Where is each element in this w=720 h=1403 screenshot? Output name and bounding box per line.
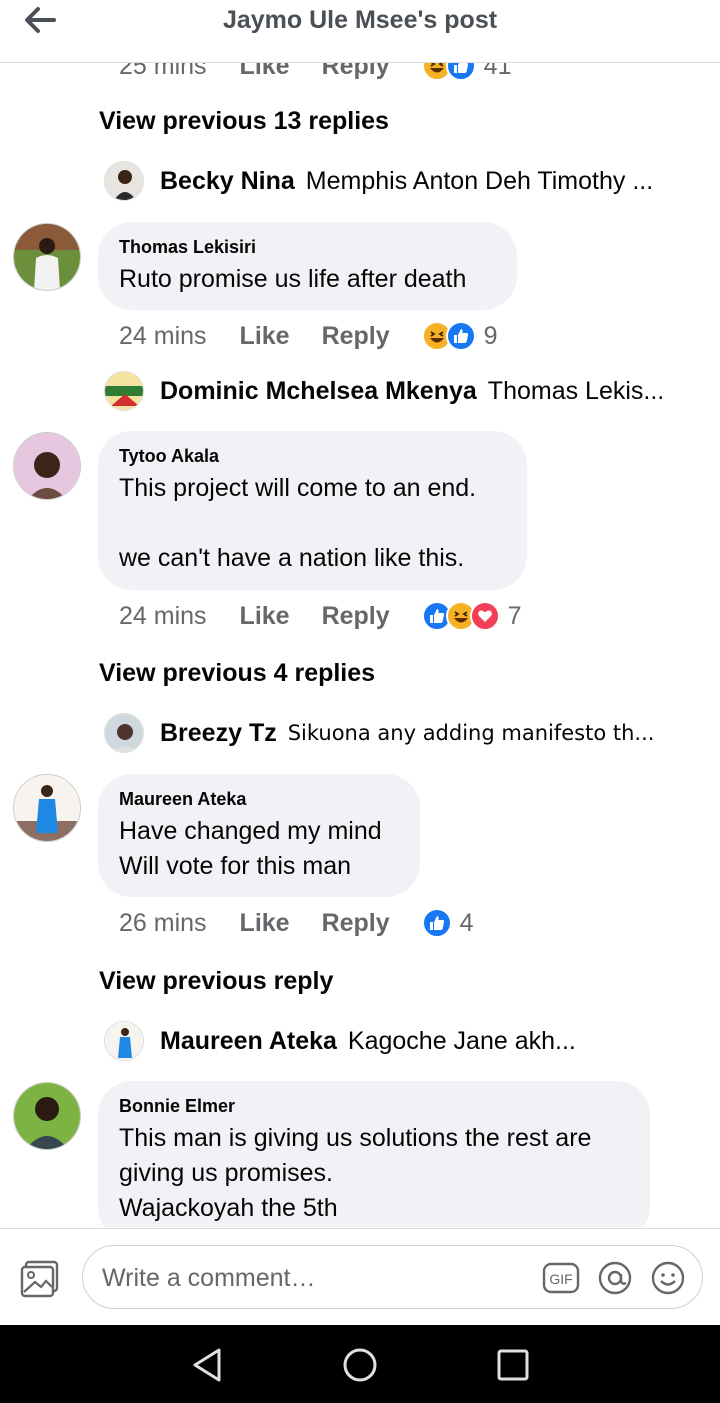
reaction-summary[interactable] bbox=[421, 908, 452, 938]
reply-text: Thomas Lekis... bbox=[487, 376, 665, 405]
avatar bbox=[104, 371, 144, 411]
reaction-count: 4 bbox=[459, 908, 474, 937]
comment-meta: 24 mins Like Reply 7 bbox=[119, 601, 522, 631]
comment-composer: GIF bbox=[0, 1228, 720, 1326]
comment-bubble[interactable]: Thomas Lekisiri Ruto promise us life aft… bbox=[98, 222, 517, 310]
photo-icon[interactable] bbox=[20, 1260, 60, 1298]
avatar bbox=[104, 1021, 144, 1061]
avatar[interactable] bbox=[13, 223, 81, 291]
comment-time: 24 mins bbox=[119, 321, 207, 350]
reaction-summary[interactable] bbox=[421, 321, 476, 351]
avatar[interactable] bbox=[13, 774, 81, 842]
reply-button[interactable]: Reply bbox=[322, 322, 390, 351]
reply-author: Becky Nina bbox=[160, 166, 295, 195]
comment-meta: 25 mins Like Reply 41 bbox=[119, 63, 511, 81]
reply-button[interactable]: Reply bbox=[322, 63, 390, 81]
like-reaction-icon bbox=[421, 908, 452, 938]
reply-preview[interactable]: Dominic Mchelsea Mkenya Thomas Lekis... bbox=[104, 371, 664, 411]
reply-button[interactable]: Reply bbox=[322, 909, 390, 938]
avatar bbox=[104, 713, 144, 753]
post-header: Jaymo Ule Msee's post bbox=[0, 0, 720, 63]
comment-author[interactable]: Bonnie Elmer bbox=[119, 1095, 629, 1117]
reaction-count: 41 bbox=[483, 63, 512, 80]
reply-author: Dominic Mchelsea Mkenya bbox=[160, 376, 477, 405]
reply-preview[interactable]: Maureen Ateka Kagoche Jane akh... bbox=[104, 1021, 576, 1061]
like-button[interactable]: Like bbox=[240, 602, 290, 631]
comment-meta: 26 mins Like Reply 4 bbox=[119, 908, 474, 938]
comment-bubble[interactable]: Tytoo Akala This project will come to an… bbox=[98, 431, 527, 590]
svg-text:GIF: GIF bbox=[549, 1271, 572, 1287]
comment-author[interactable]: Thomas Lekisiri bbox=[119, 236, 496, 258]
avatar[interactable] bbox=[13, 1082, 81, 1150]
comment-bubble[interactable]: Bonnie Elmer This man is giving us solut… bbox=[98, 1081, 650, 1227]
reply-author: Maureen Ateka bbox=[160, 1026, 337, 1055]
like-button[interactable]: Like bbox=[240, 322, 290, 351]
comments-feed: 25 mins Like Reply 41 View previous 13 r… bbox=[0, 63, 720, 1227]
reply-preview[interactable]: Becky Nina Memphis Anton Deh Timothy ... bbox=[104, 161, 653, 201]
reply-text: Sikuona any adding manifesto th... bbox=[287, 721, 655, 745]
view-previous-replies-link[interactable]: View previous 13 replies bbox=[99, 107, 389, 136]
comment-input-box[interactable]: GIF bbox=[82, 1245, 703, 1309]
comment-time: 24 mins bbox=[119, 601, 207, 630]
reply-button[interactable]: Reply bbox=[322, 602, 390, 631]
like-button[interactable]: Like bbox=[240, 909, 290, 938]
reply-text: Memphis Anton Deh Timothy ... bbox=[305, 166, 654, 195]
comment-author[interactable]: Maureen Ateka bbox=[119, 788, 399, 810]
comment-meta: 24 mins Like Reply 9 bbox=[119, 321, 498, 351]
nav-recents-icon[interactable] bbox=[493, 1345, 533, 1385]
reaction-count: 7 bbox=[507, 601, 522, 630]
smile-icon[interactable] bbox=[649, 1260, 687, 1296]
comment-text: This project will come to an end. we can… bbox=[119, 474, 477, 572]
reply-text: Kagoche Jane akh... bbox=[347, 1026, 576, 1055]
comment-text: This man is giving us solutions the rest… bbox=[119, 1124, 592, 1222]
avatar bbox=[104, 161, 144, 201]
at-icon[interactable] bbox=[596, 1260, 634, 1296]
comment-author[interactable]: Tytoo Akala bbox=[119, 445, 506, 467]
comment-text: Have changed my mind Will vote for this … bbox=[119, 817, 382, 880]
comment-input[interactable] bbox=[100, 1256, 524, 1300]
reaction-summary[interactable] bbox=[421, 601, 500, 631]
system-nav-bar bbox=[0, 1325, 720, 1403]
like-reaction-icon bbox=[445, 63, 476, 81]
gif-icon[interactable]: GIF bbox=[542, 1260, 580, 1296]
comment-text: Ruto promise us life after death bbox=[119, 265, 467, 293]
page-title: Jaymo Ule Msee's post bbox=[222, 6, 498, 34]
like-reaction-icon bbox=[445, 321, 476, 351]
comment-time: 26 mins bbox=[119, 908, 207, 937]
view-previous-replies-link[interactable]: View previous reply bbox=[99, 967, 333, 996]
view-previous-replies-link[interactable]: View previous 4 replies bbox=[99, 659, 375, 688]
like-button[interactable]: Like bbox=[240, 63, 290, 81]
love-reaction-icon bbox=[469, 601, 500, 631]
reply-preview[interactable]: Breezy Tz Sikuona any adding manifesto t… bbox=[104, 713, 654, 753]
avatar[interactable] bbox=[13, 432, 81, 500]
comment-bubble[interactable]: Maureen Ateka Have changed my mind Will … bbox=[98, 774, 420, 897]
comment-time: 25 mins bbox=[119, 63, 207, 80]
reaction-summary[interactable] bbox=[421, 63, 476, 81]
nav-back-icon[interactable] bbox=[187, 1345, 227, 1385]
reaction-count: 9 bbox=[483, 321, 498, 350]
nav-home-icon[interactable] bbox=[340, 1345, 380, 1385]
reply-author: Breezy Tz bbox=[160, 718, 277, 747]
